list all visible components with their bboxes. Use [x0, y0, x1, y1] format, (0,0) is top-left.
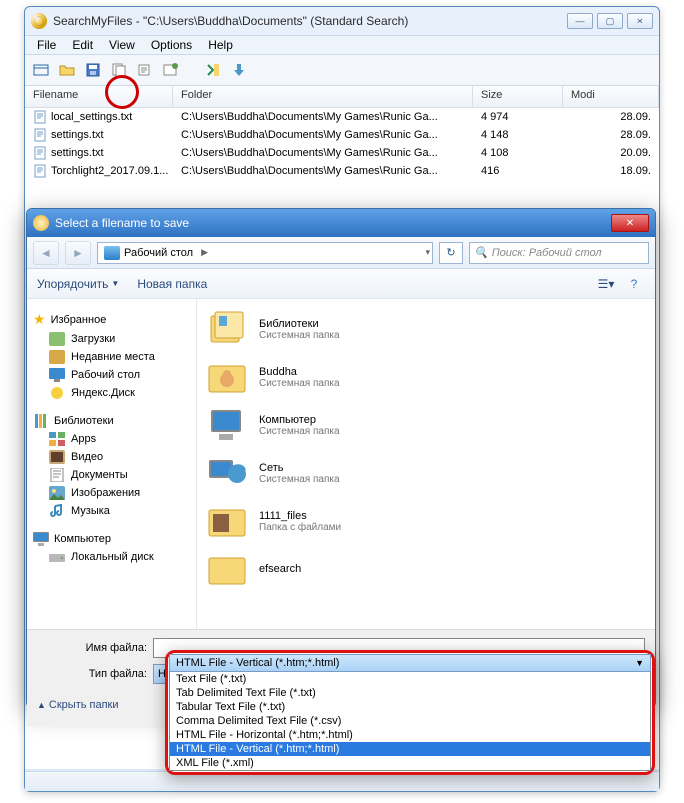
- sidebar: ★Избранное Загрузки Недавние места Рабоч…: [27, 299, 197, 629]
- help-button[interactable]: ?: [623, 274, 645, 294]
- minimize-button[interactable]: —: [567, 13, 593, 29]
- folder-icon: [205, 453, 249, 493]
- filetype-dropdown: HTML File - Vertical (*.htm;*.html) ▼ Te…: [165, 650, 655, 775]
- sidebar-item-desktop[interactable]: Рабочий стол: [29, 366, 194, 384]
- sidebar-item-music[interactable]: Музыка: [29, 502, 194, 520]
- maximize-button[interactable]: ▢: [597, 13, 623, 29]
- menu-options[interactable]: Options: [143, 38, 200, 52]
- table-row[interactable]: settings.txtC:\Users\Buddha\Documents\My…: [25, 126, 659, 144]
- dropdown-option[interactable]: Text File (*.txt): [170, 672, 650, 686]
- sidebar-item-images[interactable]: Изображения: [29, 484, 194, 502]
- new-folder-button[interactable]: Новая папка: [137, 277, 207, 291]
- dialog-title: Select a filename to save: [55, 216, 189, 230]
- toolbar-btn-5[interactable]: [135, 60, 155, 80]
- sidebar-computer[interactable]: Компьютер: [29, 530, 194, 548]
- search-placeholder: Поиск: Рабочий стол: [492, 247, 602, 259]
- toolbar-btn-4[interactable]: [109, 60, 129, 80]
- toolbar-btn-6[interactable]: [161, 60, 181, 80]
- forward-button[interactable]: ►: [65, 241, 91, 265]
- list-item[interactable]: БиблиотекиСистемная папка: [201, 305, 651, 353]
- table-header[interactable]: Filename Folder Size Modi: [25, 86, 659, 108]
- dialog-close-button[interactable]: ✕: [611, 214, 649, 232]
- toolbar-btn-7[interactable]: [203, 60, 223, 80]
- organize-menu[interactable]: Упорядочить ▼: [37, 277, 119, 291]
- sidebar-item-video[interactable]: Видео: [29, 448, 194, 466]
- view-options-button[interactable]: ☰▾: [595, 274, 617, 294]
- dropdown-header[interactable]: HTML File - Vertical (*.htm;*.html) ▼: [169, 654, 651, 672]
- search-icon: 🔍: [474, 246, 488, 259]
- desktop-icon: [104, 246, 120, 260]
- toolbar-btn-1[interactable]: [31, 60, 51, 80]
- search-input[interactable]: 🔍 Поиск: Рабочий стол: [469, 242, 649, 264]
- open-icon[interactable]: [57, 60, 77, 80]
- sidebar-item-downloads[interactable]: Загрузки: [29, 330, 194, 348]
- col-modi[interactable]: Modi: [563, 86, 659, 107]
- chevron-down-icon: ▼: [635, 658, 644, 668]
- breadcrumb[interactable]: Рабочий стол ▶ ▾: [97, 242, 433, 264]
- dialog-toolbar: Упорядочить ▼ Новая папка ☰▾ ?: [27, 269, 655, 299]
- menubar: File Edit View Options Help: [25, 35, 659, 55]
- close-button[interactable]: ✕: [627, 13, 653, 29]
- toolbar: [25, 55, 659, 85]
- hide-folders-toggle[interactable]: ▲ Скрыть папки: [37, 699, 119, 711]
- col-filename[interactable]: Filename: [25, 86, 173, 107]
- dropdown-option[interactable]: Tabular Text File (*.txt): [170, 700, 650, 714]
- dropdown-option[interactable]: Tab Delimited Text File (*.txt): [170, 686, 650, 700]
- dropdown-option[interactable]: Comma Delimited Text File (*.csv): [170, 714, 650, 728]
- dropdown-option[interactable]: HTML File - Vertical (*.htm;*.html): [170, 742, 650, 756]
- sidebar-item-documents[interactable]: Документы: [29, 466, 194, 484]
- chevron-right-icon[interactable]: ▶: [199, 247, 210, 258]
- back-button[interactable]: ◄: [33, 241, 59, 265]
- folder-icon: [205, 357, 249, 397]
- menu-view[interactable]: View: [101, 38, 143, 52]
- refresh-button[interactable]: ↻: [439, 242, 463, 264]
- col-folder[interactable]: Folder: [173, 86, 473, 107]
- dropdown-option[interactable]: HTML File - Horizontal (*.htm;*.html): [170, 728, 650, 742]
- sidebar-item-localdisk[interactable]: Локальный диск: [29, 548, 194, 566]
- file-list[interactable]: БиблиотекиСистемная папкаBuddhaСистемная…: [197, 299, 655, 629]
- dropdown-selected-head: HTML File - Vertical (*.htm;*.html): [176, 657, 339, 669]
- table-row[interactable]: local_settings.txtC:\Users\Buddha\Docume…: [25, 108, 659, 126]
- toolbar-btn-8[interactable]: [229, 60, 249, 80]
- list-item[interactable]: efsearch: [201, 545, 651, 593]
- list-item[interactable]: СетьСистемная папка: [201, 449, 651, 497]
- sidebar-item-apps[interactable]: Apps: [29, 430, 194, 448]
- folder-icon: [205, 309, 249, 349]
- sidebar-item-recent[interactable]: Недавние места: [29, 348, 194, 366]
- list-item[interactable]: BuddhaСистемная папка: [201, 353, 651, 401]
- list-item[interactable]: КомпьютерСистемная папка: [201, 401, 651, 449]
- chevron-down-icon[interactable]: ▾: [423, 247, 432, 258]
- folder-icon: [205, 549, 249, 589]
- dialog-icon: [33, 215, 49, 231]
- filetype-label: Тип файла:: [37, 668, 147, 680]
- menu-edit[interactable]: Edit: [64, 38, 101, 52]
- save-dialog: Select a filename to save ✕ ◄ ► Рабочий …: [26, 208, 656, 708]
- dialog-titlebar[interactable]: Select a filename to save ✕: [27, 209, 655, 237]
- nav-row: ◄ ► Рабочий стол ▶ ▾ ↻ 🔍 Поиск: Рабочий …: [27, 237, 655, 269]
- menu-help[interactable]: Help: [200, 38, 241, 52]
- list-item[interactable]: 1111_filesПапка с файлами: [201, 497, 651, 545]
- breadcrumb-label: Рабочий стол: [124, 247, 193, 259]
- folder-icon: [205, 405, 249, 445]
- star-icon: ★: [33, 311, 46, 328]
- sidebar-favorites[interactable]: ★Избранное: [29, 309, 194, 330]
- col-size[interactable]: Size: [473, 86, 563, 107]
- menu-file[interactable]: File: [29, 38, 64, 52]
- sidebar-libraries[interactable]: Библиотеки: [29, 412, 194, 430]
- folder-icon: [205, 501, 249, 541]
- filename-label: Имя файла:: [37, 642, 147, 654]
- table-row[interactable]: Torchlight2_2017.09.1...C:\Users\Buddha\…: [25, 162, 659, 180]
- table-row[interactable]: settings.txtC:\Users\Buddha\Documents\My…: [25, 144, 659, 162]
- dropdown-option[interactable]: XML File (*.xml): [170, 756, 650, 770]
- sidebar-item-yandex[interactable]: Яндекс.Диск: [29, 384, 194, 402]
- app-icon: [31, 13, 47, 29]
- window-title: SearchMyFiles - "C:\Users\Buddha\Documen…: [53, 14, 408, 28]
- titlebar[interactable]: SearchMyFiles - "C:\Users\Buddha\Documen…: [25, 7, 659, 35]
- save-icon[interactable]: [83, 60, 103, 80]
